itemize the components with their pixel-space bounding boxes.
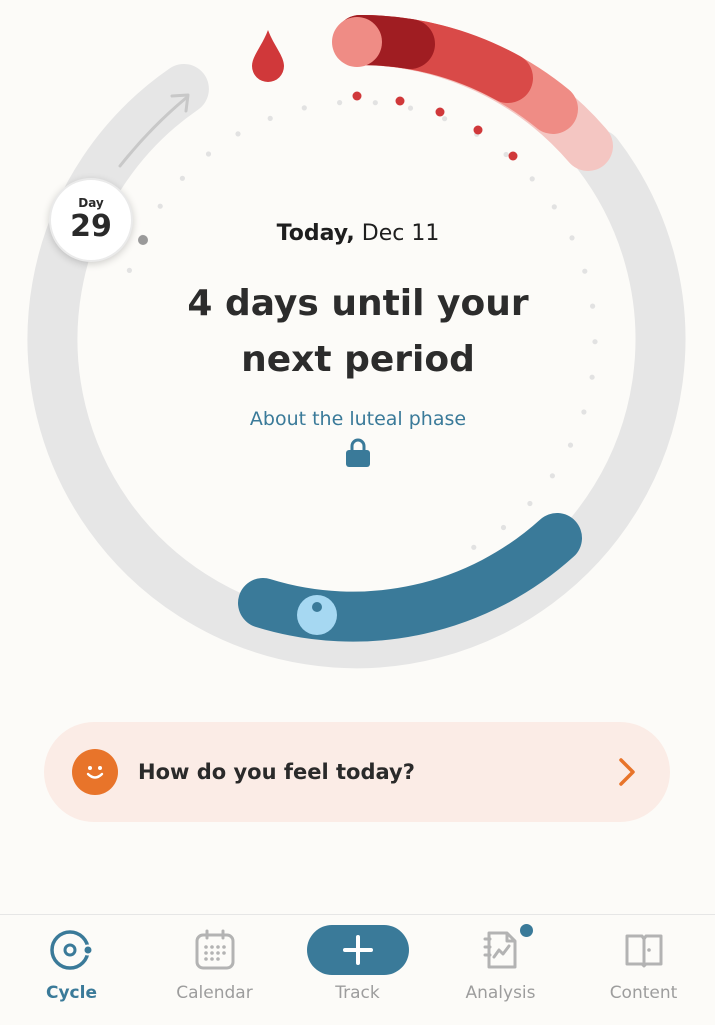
cycle-dot [301, 105, 307, 111]
cycle-dot [407, 105, 414, 111]
cycle-dot [235, 131, 241, 137]
cycle-dot [590, 303, 596, 309]
analysis-icon [483, 931, 516, 969]
tab-analysis-label: Analysis [465, 983, 536, 1003]
cycle-dot [179, 175, 185, 181]
tab-calendar-label: Calendar [176, 983, 253, 1003]
cycle-dot [267, 115, 273, 121]
cycle-dot [503, 151, 509, 158]
cycle-dot [442, 116, 448, 122]
cycle-screen: Day 29 Today, Dec 11 4 days until your n… [0, 0, 715, 1024]
current-day-dot [138, 235, 148, 245]
cycle-dot [527, 500, 533, 507]
feel-prompt: How do you feel today? [138, 760, 415, 784]
headline-line-2: next period [241, 339, 475, 380]
date-value: Dec 11 [361, 221, 440, 246]
luteal-phase-link[interactable]: About the luteal phase [158, 406, 558, 432]
cycle-dot [337, 100, 343, 106]
calendar-icon [195, 929, 234, 970]
cycle-dot [372, 100, 378, 106]
today-label: Today, [276, 221, 355, 246]
cycle-dot [592, 339, 598, 345]
blood-drop-icon [252, 30, 284, 82]
tab-analysis[interactable]: Analysis [429, 915, 572, 1025]
tab-calendar[interactable]: Calendar [143, 915, 286, 1025]
cycle-dot [500, 524, 507, 531]
cycle-dot [529, 176, 535, 182]
tab-cycle-label: Cycle [46, 983, 97, 1003]
cycle-dot [581, 409, 587, 415]
headline-line-1: 4 days until your [187, 283, 529, 324]
tab-track-label: Track [335, 983, 380, 1003]
cycle-dot [157, 203, 163, 209]
track-button[interactable] [306, 925, 409, 975]
cycle-icon [49, 930, 93, 970]
cycle-dot [567, 442, 574, 448]
tab-track[interactable]: Track [286, 915, 429, 1025]
cycle-dot [126, 267, 132, 273]
period-arc [332, 14, 613, 171]
chevron-right-icon [618, 757, 636, 787]
smiley-face-icon [72, 749, 118, 795]
day-number: 29 [70, 209, 112, 244]
cycle-dot [471, 544, 477, 550]
book-icon [625, 934, 662, 968]
tab-content-label: Content [609, 983, 678, 1003]
plus-icon [342, 935, 373, 965]
cycle-dot [205, 151, 212, 157]
period-countdown-headline: 4 days until your next period [158, 276, 558, 388]
how-do-you-feel-card[interactable]: How do you feel today? [44, 722, 670, 822]
cycle-dot [551, 204, 557, 210]
analysis-notification-dot [518, 922, 535, 939]
tab-cycle[interactable]: Cycle [0, 915, 143, 1025]
day-label: Day [78, 196, 104, 210]
cycle-dot [589, 374, 595, 380]
cycle-dot [549, 473, 556, 479]
current-day-badge: Day 29 [49, 178, 133, 262]
tab-content[interactable]: Content [572, 915, 715, 1025]
cycle-dot [569, 235, 575, 241]
bottom-tab-bar: Cycle Calendar Track Analysis Content [0, 914, 715, 1024]
cycle-summary: Today, Dec 11 4 days until your next per… [158, 218, 558, 468]
cycle-dot [582, 268, 588, 274]
lock-icon [346, 438, 370, 467]
today-date: Today, Dec 11 [158, 218, 558, 250]
ovulation-marker [297, 595, 337, 635]
